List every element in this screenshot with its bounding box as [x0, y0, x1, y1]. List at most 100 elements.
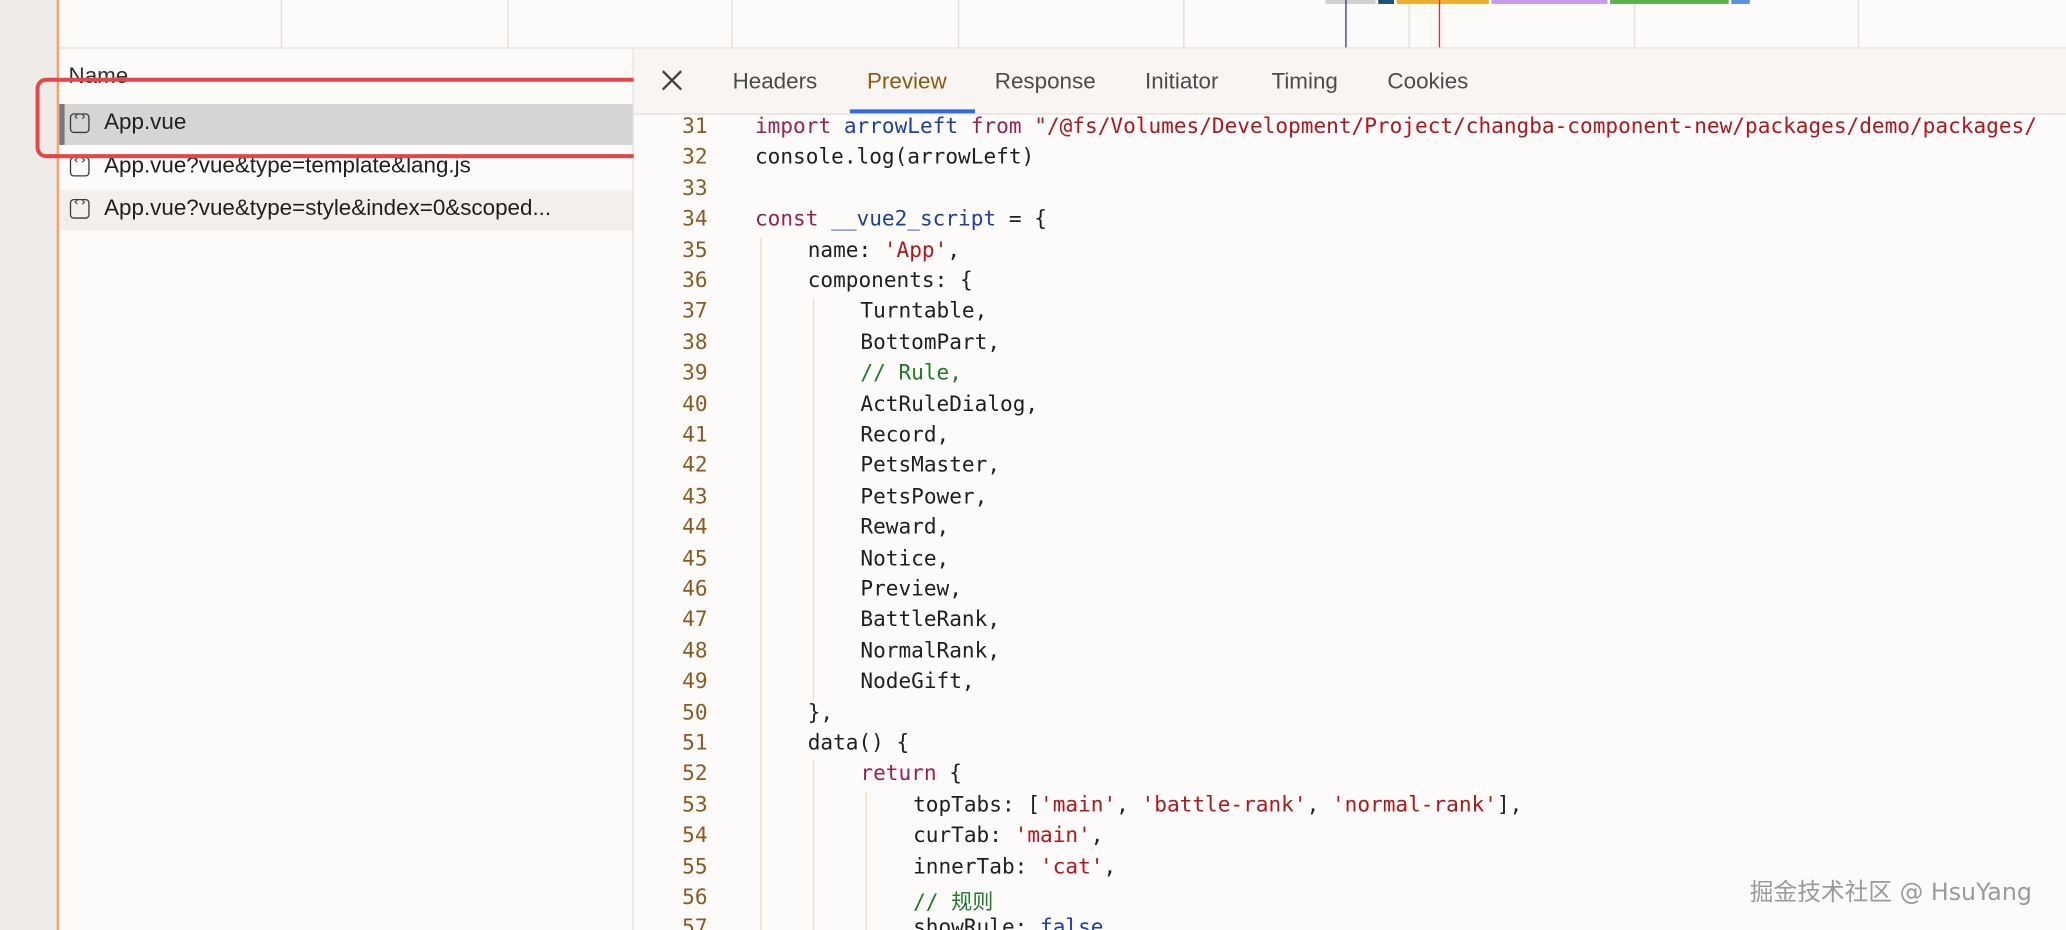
code-token: 'main'	[1014, 822, 1091, 848]
code-token: Reward,	[860, 514, 950, 540]
timeline-grid-line	[731, 0, 733, 48]
code-text: BattleRank,	[860, 607, 1000, 632]
indent-guide	[760, 236, 762, 930]
code-text: innerTab: 'cat',	[913, 853, 1116, 878]
code-token: console.log(arrowLeft)	[754, 144, 1035, 170]
line-number: 54	[682, 822, 708, 848]
line-number: 50	[682, 699, 708, 725]
code-token: ,	[1306, 791, 1332, 817]
timeline-request-bar	[1396, 0, 1489, 4]
line-number: 55	[682, 853, 708, 879]
code-text: ActRuleDialog,	[860, 391, 1038, 416]
tab-response[interactable]: Response	[995, 69, 1096, 95]
timeline-grid-line	[1183, 0, 1185, 48]
request-name: App.vue?vue&type=style&index=0&scoped...	[104, 195, 552, 221]
network-overview-timeline[interactable]	[59, 0, 2066, 49]
tab-headers[interactable]: Headers	[733, 69, 818, 95]
code-token: NodeGift,	[860, 668, 975, 694]
line-number: 42	[682, 452, 708, 478]
code-token: 'cat'	[1040, 853, 1104, 879]
watermark: 掘金技术社区 @ HsuYang	[1749, 878, 2032, 907]
devtools-network-panel: Name ‹› App.vue ‹› App.vue?vue&type=temp…	[0, 0, 2066, 930]
line-number: 45	[682, 544, 708, 570]
code-token: ,	[947, 236, 961, 262]
code-token: Preview,	[860, 575, 962, 601]
code-text: data() {	[808, 730, 910, 755]
code-text: NodeGift,	[860, 668, 974, 693]
code-text: Turntable,	[860, 298, 987, 323]
timeline-grid-line	[1633, 0, 1636, 48]
code-token: innerTab:	[913, 853, 1041, 879]
code-token: from	[958, 113, 1035, 139]
timeline-grid-line	[1408, 0, 1410, 48]
code-token: false	[1040, 914, 1104, 930]
annotation-highlight-box	[35, 77, 650, 159]
code-token: curTab:	[913, 822, 1015, 848]
line-number: 40	[682, 390, 708, 416]
load-event-marker	[1438, 0, 1441, 48]
line-number: 46	[682, 575, 708, 601]
preview-code-view[interactable]: 31 import arrowLeft from "/@fs/Volumes/De…	[634, 113, 2066, 930]
code-token: import	[754, 113, 844, 139]
request-row[interactable]: ‹› App.vue?vue&type=style&index=0&scoped…	[59, 189, 633, 231]
dom-content-loaded-marker	[1345, 0, 1347, 48]
line-number: 57	[682, 914, 708, 930]
code-token: components: {	[807, 267, 973, 293]
line-number: 47	[682, 606, 708, 632]
code-text: const __vue2_script = {	[755, 206, 1047, 231]
code-text: import arrowLeft from "/@fs/Volumes/Deve…	[755, 113, 2037, 138]
code-token: 'main'	[1040, 791, 1117, 817]
code-token: 'battle-rank'	[1141, 791, 1307, 817]
code-text: name: 'App',	[808, 237, 960, 262]
request-details-panel: Headers Preview Response Initiator Timin…	[633, 48, 2066, 930]
close-icon[interactable]	[657, 66, 686, 95]
code-token: PetsPower,	[860, 483, 988, 509]
code-token: // Rule,	[860, 359, 962, 385]
line-number: 56	[682, 884, 708, 910]
source-file-icon: ‹›	[69, 154, 90, 177]
code-token: topTabs: [	[913, 791, 1041, 817]
timeline-request-bar	[1610, 0, 1729, 4]
line-number: 31	[682, 113, 708, 139]
code-text: // 规则	[913, 884, 993, 916]
code-token: Notice,	[860, 544, 950, 570]
tab-timing[interactable]: Timing	[1271, 69, 1337, 95]
tab-initiator[interactable]: Initiator	[1145, 69, 1218, 95]
code-token: "/@fs/Volumes/Development/Project/changb…	[1034, 113, 2037, 139]
code-text: curTab: 'main',	[913, 822, 1103, 847]
source-file-icon: ‹›	[69, 196, 90, 219]
details-tab-bar: Headers Preview Response Initiator Timin…	[633, 48, 2066, 115]
code-text: components: {	[808, 267, 973, 292]
code-token: },	[807, 699, 834, 725]
timeline-grid-line	[280, 0, 282, 48]
code-text: Record,	[860, 422, 949, 447]
code-text: BottomPart,	[860, 329, 1000, 354]
line-number: 41	[682, 421, 708, 447]
line-number: 39	[682, 359, 708, 385]
indent-guide	[812, 298, 815, 700]
line-number: 34	[682, 205, 708, 231]
code-token: PetsMaster,	[860, 452, 1001, 478]
code-token: ActRuleDialog,	[860, 390, 1039, 416]
code-text: Preview,	[860, 576, 962, 601]
code-text: Reward,	[860, 514, 949, 539]
code-text: PetsPower,	[860, 483, 987, 508]
code-token: = {	[996, 205, 1047, 231]
timeline-request-bar	[1325, 0, 1376, 4]
indent-guide	[865, 791, 867, 930]
tab-cookies[interactable]: Cookies	[1387, 69, 1468, 95]
line-number: 33	[682, 174, 708, 201]
code-token: arrowLeft	[843, 113, 959, 139]
code-token: return	[860, 760, 937, 786]
code-token: ,	[1090, 822, 1104, 848]
code-token: showRule:	[913, 914, 1041, 930]
code-token: {	[936, 760, 962, 786]
code-token: __vue2_script	[831, 205, 997, 231]
code-token: // 规则	[913, 889, 994, 915]
code-text: showRule: false,	[913, 915, 1116, 930]
timeline-request-bar	[1378, 0, 1395, 4]
tab-preview[interactable]: Preview	[867, 69, 947, 95]
indent-guide	[812, 760, 815, 930]
line-number: 43	[682, 483, 708, 509]
code-token: Record,	[860, 421, 950, 447]
